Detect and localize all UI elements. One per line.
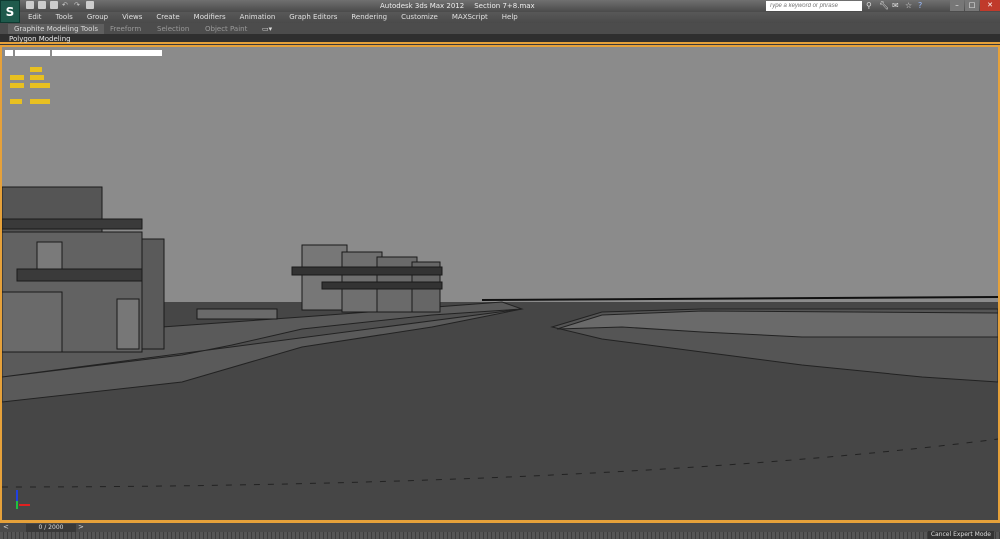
help-icon[interactable]: ? xyxy=(918,1,926,10)
search-input[interactable] xyxy=(766,1,862,11)
star-icon[interactable]: ☆ xyxy=(905,1,913,10)
menu-edit[interactable]: Edit xyxy=(20,12,48,23)
stats-overlay xyxy=(10,67,50,104)
menu-help[interactable]: Help xyxy=(494,12,524,23)
viewport-labels xyxy=(5,50,162,56)
binoculars-icon[interactable]: ⚲ xyxy=(866,1,874,10)
open-icon[interactable] xyxy=(38,1,46,9)
undo-icon[interactable]: ↶ xyxy=(62,1,70,9)
ribbon-panel: Polygon Modeling xyxy=(0,34,1000,44)
new-icon[interactable] xyxy=(26,1,34,9)
track-bar[interactable] xyxy=(0,532,1000,539)
tab-selection[interactable]: Selection xyxy=(157,24,189,34)
menu-modifiers[interactable]: Modifiers xyxy=(186,12,232,23)
time-next-button[interactable]: > xyxy=(78,523,84,532)
time-slider[interactable]: 0 / 2000 xyxy=(26,524,76,532)
menu-graph-editors[interactable]: Graph Editors xyxy=(281,12,343,23)
window-title: Autodesk 3ds Max 2012 Section 7+8.max xyxy=(380,2,545,10)
quick-access-toolbar: ↶ ↷ xyxy=(26,1,94,9)
file-name: Section 7+8.max xyxy=(474,2,535,10)
tab-freeform[interactable]: Freeform xyxy=(110,24,141,34)
time-prev-button[interactable]: < xyxy=(3,523,9,532)
maximize-button[interactable]: □ xyxy=(965,0,979,11)
tab-object-paint[interactable]: Object Paint xyxy=(205,24,247,34)
left-building xyxy=(2,186,165,353)
tab-graphite-modeling-tools[interactable]: Graphite Modeling Tools xyxy=(8,24,105,34)
menu-group[interactable]: Group xyxy=(79,12,114,23)
perspective-viewport[interactable] xyxy=(0,45,1000,522)
time-slider-bar: < 0 / 2000 > xyxy=(0,522,1000,532)
minimize-button[interactable]: – xyxy=(950,0,964,11)
ribbon-options-icon[interactable]: ▭▾ xyxy=(262,24,272,34)
menu-bar: Edit Tools Group Views Create Modifiers … xyxy=(20,12,1000,23)
panel-polygon-modeling[interactable]: Polygon Modeling xyxy=(9,34,71,44)
menu-rendering[interactable]: Rendering xyxy=(343,12,393,23)
ribbon-tabs: Graphite Modeling Tools Freeform Selecti… xyxy=(0,23,1000,34)
close-button[interactable]: ✕ xyxy=(980,0,1000,11)
app-title: Autodesk 3ds Max 2012 xyxy=(380,2,465,10)
communication-icon[interactable]: ✉ xyxy=(892,1,900,10)
redo-icon[interactable]: ↷ xyxy=(74,1,82,9)
far-fence xyxy=(481,296,998,301)
wrench-icon[interactable]: 🔧︎ xyxy=(879,1,889,10)
menu-views[interactable]: Views xyxy=(114,12,148,23)
scene-render xyxy=(2,50,998,520)
save-icon[interactable] xyxy=(50,1,58,9)
title-bar: ↶ ↷ Autodesk 3ds Max 2012 Section 7+8.max… xyxy=(0,0,1000,12)
viewport-menu-plus[interactable] xyxy=(5,50,13,56)
app-logo-button[interactable]: S xyxy=(0,0,20,23)
viewport-label-view[interactable] xyxy=(15,50,50,56)
menu-animation[interactable]: Animation xyxy=(232,12,282,23)
menu-tools[interactable]: Tools xyxy=(48,12,79,23)
viewport-label-shading[interactable] xyxy=(52,50,162,56)
project-icon[interactable] xyxy=(86,1,94,9)
menu-create[interactable]: Create xyxy=(148,12,185,23)
menu-customize[interactable]: Customize xyxy=(393,12,444,23)
cancel-expert-mode-button[interactable]: Cancel Expert Mode xyxy=(927,531,994,539)
menu-maxscript[interactable]: MAXScript xyxy=(444,12,494,23)
